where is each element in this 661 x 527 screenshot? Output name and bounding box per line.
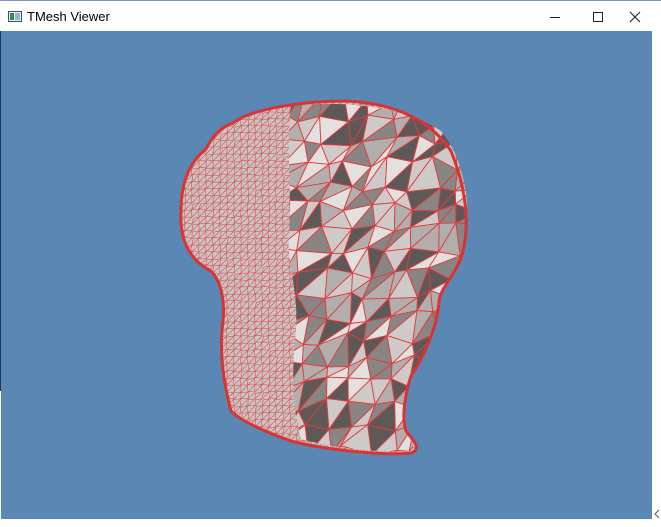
mesh-facet [451,340,468,358]
mesh-facet [432,452,462,472]
mesh-facet [433,103,460,127]
mesh-facet [410,387,438,409]
mesh-facet [307,453,332,469]
window-title: TMesh Viewer [27,9,110,24]
mesh-facet [454,291,468,318]
resize-grip-icon[interactable] [654,509,660,519]
mesh-facet [288,450,310,452]
mesh-facet [454,292,468,318]
mesh-facet [408,385,439,409]
mesh-facet [432,103,459,128]
mesh-facet [461,312,468,342]
render-viewport[interactable] [1,31,652,519]
mesh-facet [438,332,464,367]
mesh-facet [450,429,468,452]
window-bottom-border [0,519,661,527]
minimize-icon [550,16,560,18]
mesh-facet [347,455,371,471]
mesh-facet [457,103,468,116]
mesh-facet [435,384,464,408]
mesh-facet [429,398,455,429]
mesh-facet [452,355,468,386]
mesh-facet [435,383,465,409]
mesh-facet [410,406,438,425]
mesh-facet [460,409,468,432]
mesh-facet [450,279,468,303]
mesh-facet [454,313,468,334]
mesh-facet [458,279,468,303]
mesh-facet [453,112,468,142]
head-mesh-render[interactable] [1,31,652,519]
mesh-facet [454,113,468,143]
mesh-facet [275,454,308,475]
mesh-facet [456,136,468,171]
mesh-facet [449,442,468,452]
mesh-facet [438,316,464,334]
mesh-facet [454,377,468,400]
mesh-facet [429,428,463,452]
mesh-facet [307,453,332,469]
app-window-icon [8,11,22,22]
mesh-facet [463,356,468,385]
window-right-margin [652,31,661,527]
mesh-facet [414,406,437,430]
maximize-icon [593,11,603,22]
mesh-facet [453,398,468,433]
mesh-facet [431,452,451,472]
coarse-mesh-region [275,103,468,475]
mesh-facet [436,355,465,389]
mesh-facet [434,113,460,145]
mesh-facet [429,289,460,313]
title-bar[interactable]: TMesh Viewer [0,0,661,31]
close-icon [629,11,641,22]
close-button[interactable] [612,1,658,32]
mesh-facet [429,398,463,432]
mesh-facet [428,430,463,452]
mesh-facet [412,455,433,473]
mesh-facet [405,103,438,117]
mesh-facet [450,428,468,452]
mesh-facet [453,376,468,412]
mesh-facet [457,103,468,116]
minimize-button[interactable] [532,1,578,32]
mesh-facet [462,441,468,452]
mesh-facet [454,137,468,172]
mesh-facet [436,354,454,389]
mesh-facet [437,331,464,368]
mesh-facet [451,332,468,358]
tmesh-viewer-window: TMesh Viewer [0,0,661,527]
